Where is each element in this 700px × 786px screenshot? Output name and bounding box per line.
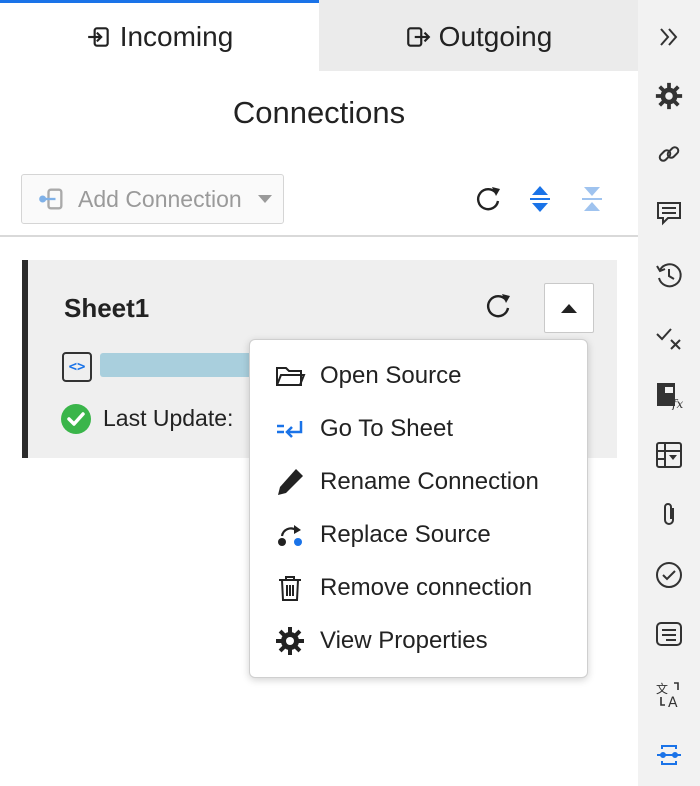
menu-item-remove-connection[interactable]: Remove connection	[250, 561, 587, 614]
tab-outgoing-label: Outgoing	[438, 21, 553, 52]
side-icon-rail: fx 文 A	[638, 0, 700, 786]
double-chevron-right-icon	[660, 28, 678, 46]
connection-context-menu: Open Source Go To Sheet Rename Connectio…	[249, 339, 588, 678]
svg-text:fx: fx	[671, 397, 683, 410]
menu-item-label: Open Source	[320, 361, 462, 389]
menu-item-open-source[interactable]: Open Source	[250, 349, 587, 402]
incoming-icon	[87, 27, 109, 47]
rail-approvals-button[interactable]	[638, 555, 700, 595]
outgoing-icon	[406, 27, 431, 47]
pencil-icon	[278, 468, 303, 495]
table-dropdown-icon	[656, 442, 682, 468]
panel-title: Connections	[232, 95, 406, 130]
check-cross-icon	[656, 328, 681, 350]
menu-item-label: Rename Connection	[320, 467, 539, 495]
connections-icon	[657, 745, 681, 765]
refresh-icon	[487, 294, 510, 318]
collapse-all-icon	[582, 187, 602, 211]
menu-item-label: View Properties	[320, 626, 488, 654]
rail-history-button[interactable]	[638, 255, 700, 295]
rail-settings-button[interactable]	[638, 76, 700, 116]
rail-spellcheck-button[interactable]	[638, 316, 700, 356]
collapse-panel-button[interactable]	[638, 17, 700, 57]
refresh-all-icon	[477, 187, 500, 211]
tab-incoming[interactable]: Incoming	[0, 0, 319, 71]
source-path-bar[interactable]	[100, 353, 260, 377]
menu-item-label: Go To Sheet	[320, 414, 453, 442]
notes-icon	[656, 622, 682, 646]
folder-open-icon	[276, 366, 306, 386]
rail-table-button[interactable]	[638, 435, 700, 475]
svg-text:文: 文	[656, 681, 668, 696]
rail-attachments-button[interactable]	[638, 495, 700, 535]
add-connection-label: Add Connection	[78, 185, 242, 212]
menu-item-label: Replace Source	[320, 520, 491, 548]
tab-incoming-label: Incoming	[119, 21, 234, 52]
menu-item-view-properties[interactable]: View Properties	[250, 614, 587, 667]
rail-connections-button[interactable]	[638, 735, 700, 775]
rail-notes-button[interactable]	[638, 614, 700, 654]
check-circle-icon	[656, 562, 682, 588]
expand-all-button[interactable]	[523, 182, 557, 216]
connection-menu-toggle[interactable]	[544, 283, 594, 333]
gear-icon	[276, 626, 304, 655]
rail-link-button[interactable]	[638, 134, 700, 174]
function-table-icon: fx	[657, 383, 683, 410]
rail-translate-button[interactable]: 文 A	[638, 674, 700, 714]
menu-item-label: Remove connection	[320, 573, 533, 601]
svg-text:A: A	[668, 695, 678, 709]
add-connection-icon	[39, 188, 63, 210]
tab-bar: Incoming Outgoing	[0, 0, 638, 71]
last-update-label: Last Update:	[103, 405, 234, 431]
gear-icon	[655, 82, 683, 110]
connection-name: Sheet1	[64, 293, 150, 323]
tab-outgoing[interactable]: Outgoing	[319, 0, 638, 71]
rail-comments-button[interactable]	[638, 193, 700, 233]
link-icon	[658, 146, 680, 162]
menu-item-rename-connection[interactable]: Rename Connection	[250, 455, 587, 508]
source-code-icon: <>	[62, 352, 92, 382]
chevron-down-icon	[257, 195, 272, 203]
chevron-up-icon	[561, 303, 577, 313]
success-check-icon	[61, 404, 91, 434]
add-connection-button[interactable]: Add Connection	[21, 174, 284, 224]
replace-source-icon	[278, 524, 302, 546]
collapse-all-button[interactable]	[575, 182, 609, 216]
paperclip-icon	[664, 503, 674, 525]
translate-icon: 文 A	[656, 681, 679, 709]
refresh-all-button[interactable]	[471, 182, 505, 216]
refresh-connection-button[interactable]	[482, 290, 516, 324]
history-icon	[656, 263, 682, 288]
rail-functions-button[interactable]: fx	[638, 375, 700, 415]
go-to-sheet-icon	[277, 420, 303, 438]
toolbar-divider	[0, 235, 638, 237]
expand-all-icon	[530, 186, 550, 212]
comment-icon	[657, 202, 681, 226]
menu-item-replace-source[interactable]: Replace Source	[250, 508, 587, 561]
trash-icon	[279, 575, 301, 601]
menu-item-go-to-sheet[interactable]: Go To Sheet	[250, 402, 587, 455]
